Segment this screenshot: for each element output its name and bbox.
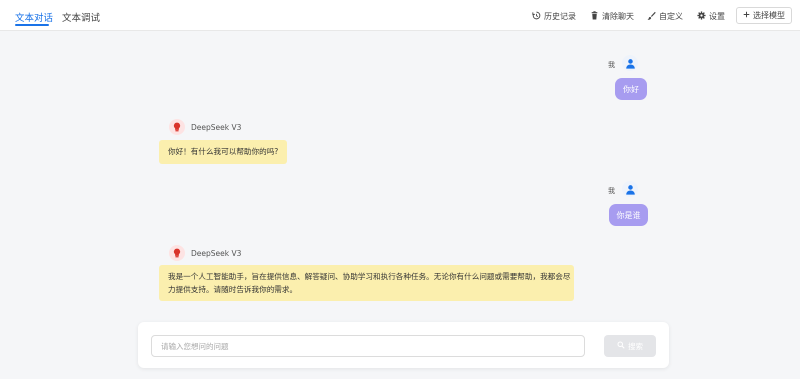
top-bar: 文本对话 文本调试 历史记录 清除聊天 自定义 设置 选择模型 [0, 0, 800, 31]
user-message-bubble: 你是谁 [609, 204, 648, 226]
history-icon [532, 11, 541, 22]
assistant-message-bubble: 我是一个人工智能助手，旨在提供信息、解答疑问、协助学习和执行各种任务。无论你有什… [159, 265, 574, 301]
user-avatar [622, 55, 638, 71]
search-icon [617, 341, 625, 351]
clear-chat-button[interactable]: 清除聊天 [590, 11, 634, 22]
select-model-button[interactable]: 选择模型 [736, 7, 792, 24]
clear-chat-label: 清除聊天 [602, 12, 634, 21]
select-model-label: 选择模型 [753, 11, 785, 20]
input-panel: 搜索 [138, 322, 669, 368]
lightbulb-icon [173, 122, 181, 132]
user-avatar [622, 181, 638, 197]
user-icon [625, 184, 635, 195]
user-sender-label: 我 [608, 187, 615, 195]
customize-label: 自定义 [659, 12, 683, 21]
assistant-message-bubble: 你好！有什么我可以帮助你的吗? [159, 140, 287, 164]
settings-label: 设置 [709, 12, 725, 21]
assistant-message-line: 力提供支持。请随时告诉我你的需求。 [168, 285, 298, 294]
trash-icon [590, 11, 599, 22]
assistant-avatar [169, 245, 185, 261]
search-button-label: 搜索 [628, 341, 643, 351]
brush-icon [647, 11, 656, 22]
user-message-bubble: 你好 [615, 78, 647, 100]
assistant-name: DeepSeek V3 [191, 249, 242, 258]
plus-icon [743, 11, 750, 20]
customize-button[interactable]: 自定义 [647, 11, 683, 22]
tab-text-debug[interactable]: 文本调试 [62, 10, 100, 24]
user-icon [625, 58, 635, 69]
question-input[interactable] [151, 335, 585, 357]
assistant-avatar [169, 119, 185, 135]
assistant-message-line: 我是一个人工智能助手，旨在提供信息、解答疑问、协助学习和执行各种任务。无论你有什… [168, 272, 571, 281]
assistant-message-line: 你好！有什么我可以帮助你的吗? [168, 147, 279, 156]
search-button[interactable]: 搜索 [604, 335, 656, 357]
assistant-name: DeepSeek V3 [191, 123, 242, 132]
settings-button[interactable]: 设置 [697, 11, 725, 22]
gear-icon [697, 11, 706, 22]
tab-text-chat[interactable]: 文本对话 [15, 10, 53, 24]
history-label: 历史记录 [544, 12, 576, 21]
user-sender-label: 我 [608, 61, 615, 69]
history-button[interactable]: 历史记录 [532, 11, 576, 22]
active-tab-indicator [15, 24, 49, 26]
lightbulb-icon [173, 248, 181, 258]
